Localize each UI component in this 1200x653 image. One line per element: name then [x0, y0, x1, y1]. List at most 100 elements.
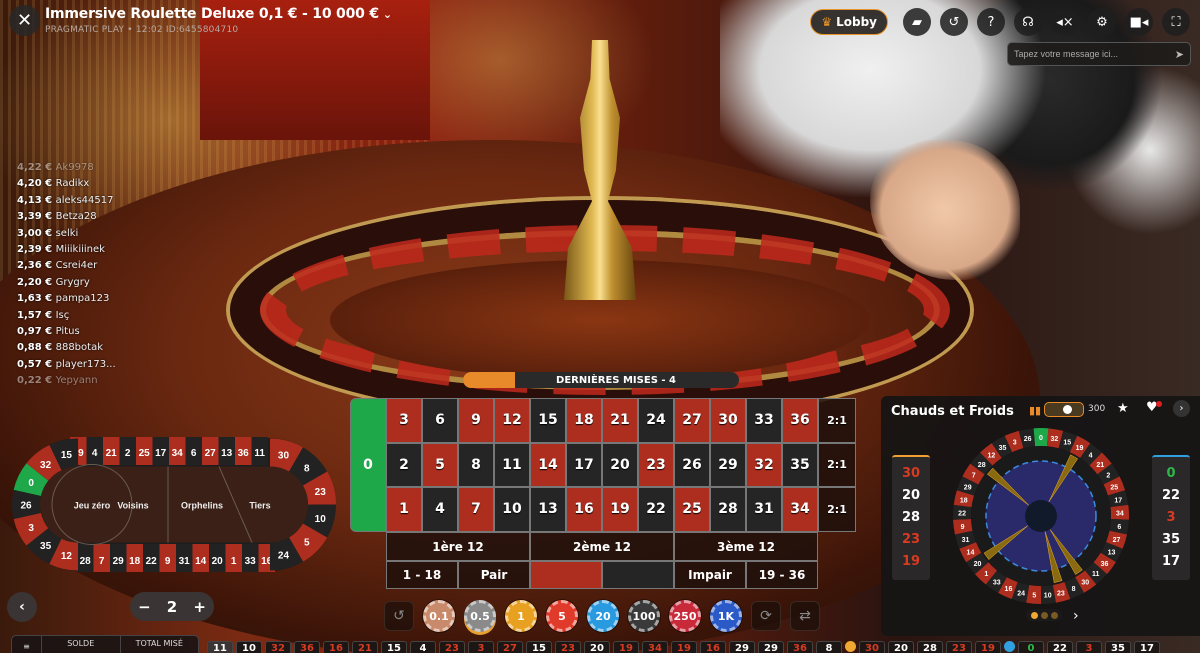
- outside-bet[interactable]: 1 - 18: [386, 561, 458, 589]
- bet-cell-35[interactable]: 35: [782, 442, 818, 488]
- cold-number[interactable]: 0: [1166, 463, 1175, 485]
- chip-250[interactable]: 250: [669, 600, 701, 632]
- outside-bet[interactable]: Pair: [458, 561, 530, 589]
- rounds-slider[interactable]: [1044, 402, 1084, 417]
- hot-number[interactable]: 30: [902, 463, 920, 485]
- bet-cell-23[interactable]: 23: [638, 442, 674, 488]
- bet-cell-10[interactable]: 10: [494, 487, 530, 532]
- cold-number[interactable]: 35: [1162, 529, 1180, 551]
- chip-20[interactable]: 20: [587, 600, 619, 632]
- hot-number[interactable]: 23: [902, 529, 920, 551]
- back-button[interactable]: ‹: [7, 592, 37, 622]
- bet-cell-26[interactable]: 26: [674, 442, 710, 488]
- cold-number[interactable]: 3: [1166, 507, 1175, 529]
- bet-cell-14[interactable]: 14: [530, 442, 566, 488]
- bet-cell-5[interactable]: 5: [422, 442, 458, 488]
- chip-5[interactable]: 5: [546, 600, 578, 632]
- bet-cell-1[interactable]: 1: [386, 487, 422, 532]
- bet-cell-8[interactable]: 8: [458, 442, 494, 488]
- bet-cell-4[interactable]: 4: [422, 487, 458, 532]
- chat-button[interactable]: ▰: [903, 8, 931, 36]
- color-bet-red[interactable]: [530, 561, 602, 589]
- history-button[interactable]: ↺: [940, 8, 968, 36]
- bet-cell-19[interactable]: 19: [602, 487, 638, 532]
- bet-cell-15[interactable]: 15: [530, 398, 566, 443]
- slider-knob[interactable]: [1063, 405, 1072, 414]
- chat-message-input[interactable]: [1014, 49, 1175, 59]
- bet-cell-22[interactable]: 22: [638, 487, 674, 532]
- outside-bet[interactable]: 19 - 36: [746, 561, 818, 589]
- bet-cell-21[interactable]: 21: [602, 398, 638, 443]
- bet-cell-12[interactable]: 12: [494, 398, 530, 443]
- hot-number[interactable]: 19: [902, 551, 920, 573]
- bet-cell-18[interactable]: 18: [566, 398, 602, 443]
- support-button[interactable]: ☊: [1014, 8, 1042, 36]
- bet-cell-0[interactable]: 0: [350, 398, 386, 532]
- bet-cell-28[interactable]: 28: [710, 487, 746, 532]
- bet-cell-32[interactable]: 32: [746, 442, 782, 488]
- repeat-button[interactable]: ⟳: [751, 601, 781, 631]
- chip-1[interactable]: 1: [505, 600, 537, 632]
- bet-cell-33[interactable]: 33: [746, 398, 782, 443]
- mute-button[interactable]: ◂×: [1051, 8, 1079, 36]
- column-bet[interactable]: 2:1: [818, 398, 856, 443]
- increase-button[interactable]: +: [193, 598, 206, 616]
- racetrack-cell: 20: [209, 544, 226, 572]
- dozen-bet[interactable]: 1ère 12: [386, 532, 530, 561]
- racetrack-cell: 9: [159, 544, 176, 572]
- panel-next-button[interactable]: ›: [1173, 400, 1190, 417]
- column-bet[interactable]: 2:1: [818, 487, 856, 532]
- page-dot[interactable]: [1030, 611, 1038, 619]
- page-dot[interactable]: [1050, 611, 1058, 619]
- dozen-bet[interactable]: 3ème 12: [674, 532, 818, 561]
- bet-cell-31[interactable]: 31: [746, 487, 782, 532]
- send-icon[interactable]: ➤: [1175, 48, 1184, 61]
- bet-cell-2[interactable]: 2: [386, 442, 422, 488]
- bet-cell-34[interactable]: 34: [782, 487, 818, 532]
- chip-100[interactable]: 100: [628, 600, 660, 632]
- bet-cell-24[interactable]: 24: [638, 398, 674, 443]
- favorites-star-icon[interactable]: ★: [1117, 401, 1129, 416]
- bet-cell-36[interactable]: 36: [782, 398, 818, 443]
- outside-bet[interactable]: Impair: [674, 561, 746, 589]
- bet-cell-13[interactable]: 13: [530, 487, 566, 532]
- help-button[interactable]: ?: [977, 8, 1005, 36]
- bet-cell-3[interactable]: 3: [386, 398, 422, 443]
- bet-cell-7[interactable]: 7: [458, 487, 494, 532]
- cold-number[interactable]: 22: [1162, 485, 1180, 507]
- bet-cell-17[interactable]: 17: [566, 442, 602, 488]
- chip-0.5[interactable]: 0.5: [464, 600, 496, 632]
- page-dot[interactable]: [1040, 611, 1048, 619]
- hot-number[interactable]: 28: [902, 507, 920, 529]
- video-button[interactable]: ■◂: [1125, 8, 1153, 36]
- multiplier-stepper: − 2 +: [130, 592, 214, 621]
- bet-cell-16[interactable]: 16: [566, 487, 602, 532]
- bet-cell-20[interactable]: 20: [602, 442, 638, 488]
- hot-number[interactable]: 20: [902, 485, 920, 507]
- dozen-bet[interactable]: 2ème 12: [530, 532, 674, 561]
- chip-1K[interactable]: 1K: [710, 600, 742, 632]
- bet-cell-30[interactable]: 30: [710, 398, 746, 443]
- bet-cell-6[interactable]: 6: [422, 398, 458, 443]
- undo-button[interactable]: ↺: [384, 601, 414, 631]
- column-bet[interactable]: 2:1: [818, 442, 856, 488]
- decrease-button[interactable]: −: [138, 598, 151, 616]
- chip-0.1[interactable]: 0.1: [423, 600, 455, 632]
- game-title[interactable]: Immersive Roulette Deluxe 0,1 € - 10 000…: [45, 6, 392, 22]
- heart-icon[interactable]: ♥: [1146, 400, 1162, 415]
- color-bet-black[interactable]: [602, 561, 674, 589]
- history-result: 16: [323, 641, 349, 653]
- double-button[interactable]: ⇄: [790, 601, 820, 631]
- bet-cell-11[interactable]: 11: [494, 442, 530, 488]
- fullscreen-button[interactable]: ⛶: [1162, 8, 1190, 36]
- settings-button[interactable]: ⚙: [1088, 8, 1116, 36]
- cold-number[interactable]: 17: [1162, 551, 1180, 573]
- bet-cell-9[interactable]: 9: [458, 398, 494, 443]
- bet-cell-25[interactable]: 25: [674, 487, 710, 532]
- last-bets-bar[interactable]: DERNIÈRES MISES - 4: [463, 372, 739, 388]
- lobby-button[interactable]: ♛ Lobby: [810, 9, 888, 35]
- bet-cell-27[interactable]: 27: [674, 398, 710, 443]
- next-page-chevron-icon[interactable]: ›: [1073, 608, 1079, 624]
- bet-cell-29[interactable]: 29: [710, 442, 746, 488]
- close-button[interactable]: ✕: [9, 5, 40, 36]
